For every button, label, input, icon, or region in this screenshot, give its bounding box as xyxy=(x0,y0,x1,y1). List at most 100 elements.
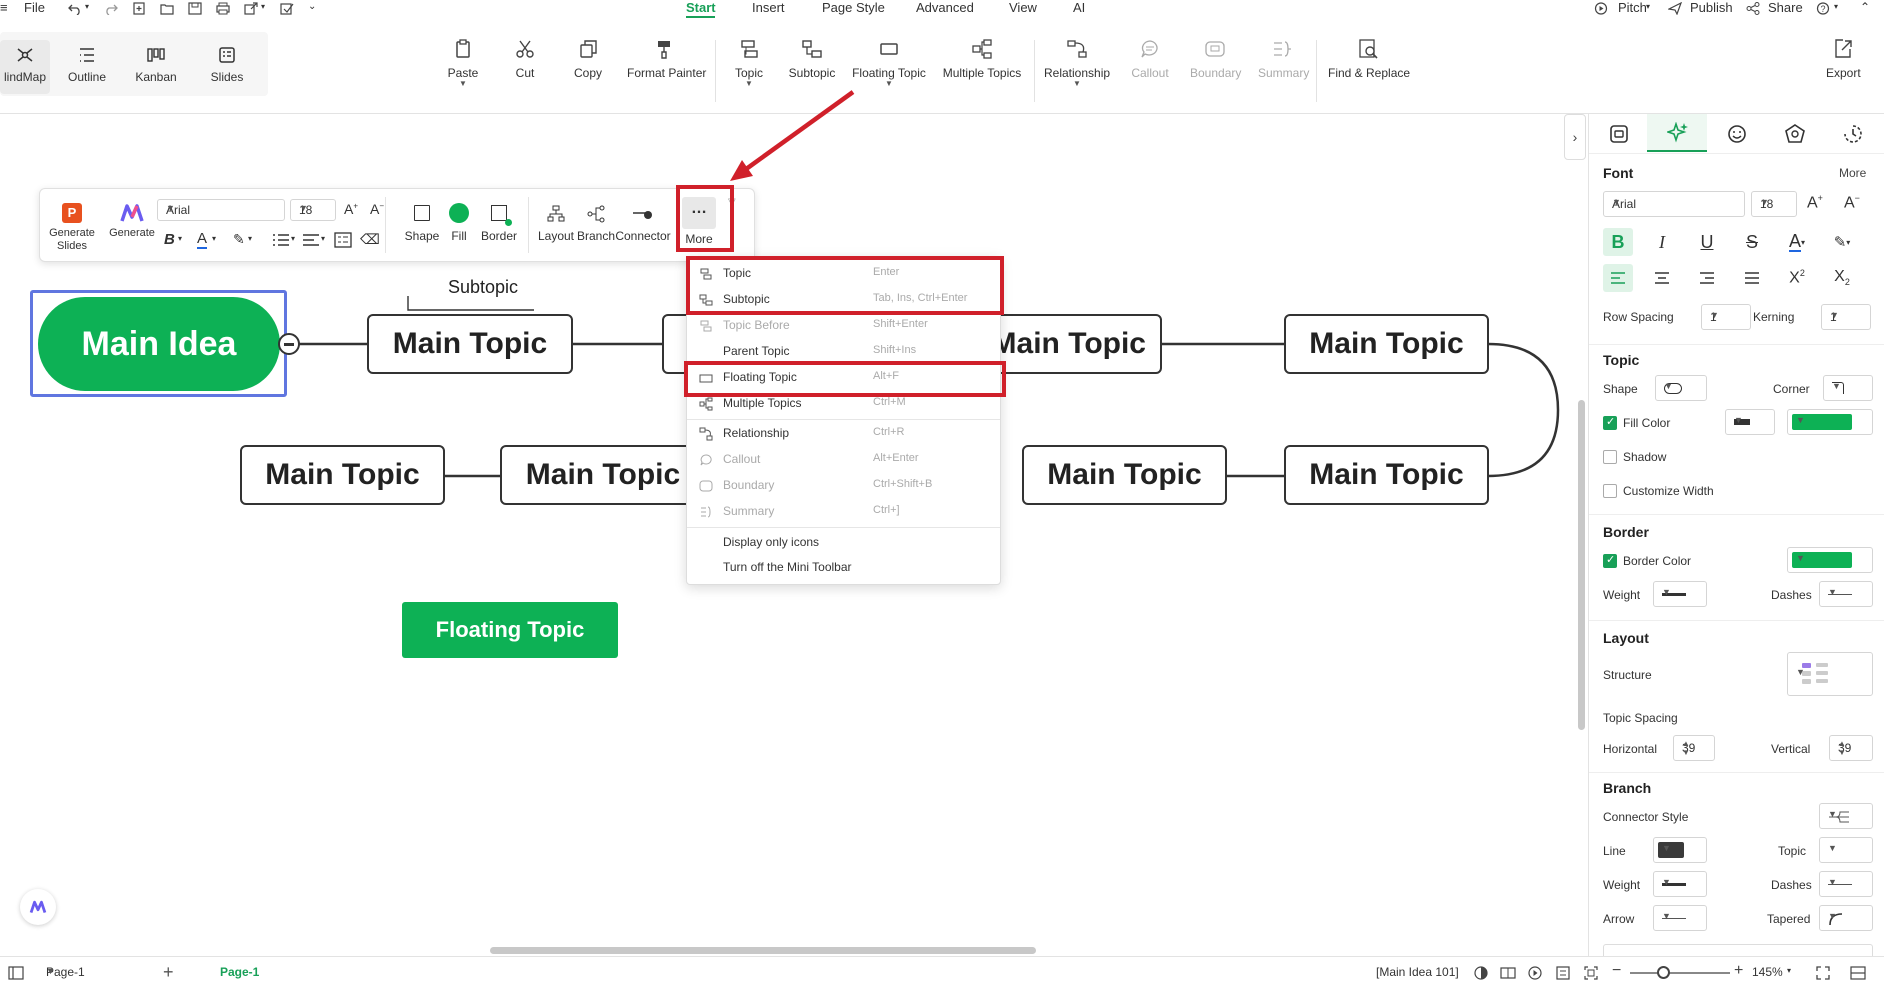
italic-button[interactable]: I xyxy=(1647,228,1677,256)
menu-item-display-only-icons[interactable]: Display only icons xyxy=(687,531,1000,555)
fill-color-checkbox[interactable]: ✓ xyxy=(1603,416,1617,430)
shape-select[interactable]: ▼ xyxy=(1655,375,1707,401)
border-color-checkbox[interactable]: ✓ xyxy=(1603,554,1617,568)
vertical-scrollbar[interactable] xyxy=(1578,400,1585,730)
border-weight-select[interactable]: ▼ xyxy=(1653,581,1707,607)
numbering-dropdown-icon[interactable]: ▾ xyxy=(291,234,295,243)
border-button[interactable]: Border xyxy=(478,205,520,243)
font-size-select[interactable]: 18 ▼ xyxy=(1751,191,1797,217)
branch-weight-select[interactable]: ▼ xyxy=(1653,871,1707,897)
panel-layout-icon[interactable] xyxy=(1850,966,1866,980)
fullscreen-icon[interactable] xyxy=(1816,966,1830,980)
menu-item-topic-before[interactable]: Topic Before Shift+Enter xyxy=(687,314,1000,338)
text-frame-icon[interactable] xyxy=(334,232,352,248)
decrease-font-icon[interactable]: A− xyxy=(1844,193,1860,212)
book-view-icon[interactable] xyxy=(1500,966,1516,980)
arrow-select[interactable]: ▼ xyxy=(1653,905,1707,931)
page-format-icon[interactable] xyxy=(1609,124,1629,144)
decrease-font-icon[interactable]: A− xyxy=(370,201,384,217)
fit-screen-icon[interactable] xyxy=(1584,966,1598,980)
subscript-button[interactable]: X2 xyxy=(1827,264,1857,292)
page-select[interactable]: Page-1 ▼ xyxy=(38,961,138,985)
strikethrough-button[interactable]: S xyxy=(1737,228,1767,256)
main-topic-8[interactable]: Main Topic xyxy=(240,445,445,505)
collapse-ribbon-icon[interactable]: ⌃ xyxy=(1860,0,1870,14)
zoom-in-icon[interactable]: + xyxy=(1734,962,1743,980)
customize-width-checkbox[interactable] xyxy=(1603,484,1617,498)
stepper-icon[interactable]: ▲ ▼ xyxy=(1682,739,1708,757)
history-icon[interactable] xyxy=(1843,124,1863,144)
layout-button[interactable]: Layout xyxy=(534,205,578,243)
justify-button[interactable] xyxy=(1737,264,1767,292)
share-button[interactable]: Share xyxy=(1768,0,1803,18)
main-topic-4[interactable]: Main Topic xyxy=(1284,314,1489,374)
fill-button[interactable]: Fill xyxy=(443,203,475,243)
connector-button[interactable]: Connector xyxy=(615,205,671,243)
help-icon[interactable]: ? xyxy=(1816,2,1830,15)
panel-toggle-button[interactable]: › xyxy=(1564,114,1586,160)
menu-item-boundary[interactable]: Boundary Ctrl+Shift+B xyxy=(687,474,1000,498)
tapered-select[interactable]: ▼ xyxy=(1819,905,1873,931)
fill-color-select[interactable]: ▼ xyxy=(1787,409,1873,435)
increase-font-icon[interactable]: A+ xyxy=(344,201,358,217)
increase-font-icon[interactable]: A+ xyxy=(1807,193,1823,212)
border-dashes-select[interactable]: ▼ xyxy=(1819,581,1873,607)
generate-button[interactable]: Generate xyxy=(106,203,158,239)
pitch-button[interactable]: Pitch xyxy=(1618,0,1647,18)
subtopic-node[interactable]: Subtopic xyxy=(448,277,518,298)
add-page-icon[interactable]: + xyxy=(163,962,174,983)
main-topic-7[interactable]: Main Topic xyxy=(500,445,706,505)
highlight-dropdown-icon[interactable]: ▾ xyxy=(248,234,252,243)
connector-style-select[interactable]: ▼ xyxy=(1819,803,1873,829)
bold-button[interactable]: B xyxy=(1603,228,1633,256)
bold-dropdown-icon[interactable]: ▾ xyxy=(178,234,182,243)
collapse-branch-button[interactable] xyxy=(278,333,300,355)
menu-item-turn-off-mini-toolbar[interactable]: Turn off the Mini Toolbar xyxy=(687,556,1000,580)
pitch-dropdown-icon[interactable]: ▾ xyxy=(1646,2,1650,11)
branch-topic-select[interactable]: ▼ xyxy=(1819,837,1873,863)
mini-size-select[interactable]: 18 ▼ xyxy=(290,199,336,221)
generate-slides-button[interactable]: P Generate Slides xyxy=(46,203,98,253)
bold-icon[interactable]: B xyxy=(164,231,175,248)
structure-select[interactable]: ▼ xyxy=(1787,652,1873,696)
page-tab[interactable]: Page-1 xyxy=(220,965,259,979)
horizontal-spacing-input[interactable]: 39 ▲ ▼ xyxy=(1673,735,1715,761)
main-idea-topic[interactable]: Main Idea xyxy=(38,297,280,391)
row-spacing-select[interactable]: 1 ▼ xyxy=(1701,304,1751,330)
vertical-spacing-input[interactable]: 39 ▲ ▼ xyxy=(1829,735,1873,761)
highlight-icon[interactable]: ✎ xyxy=(233,231,245,248)
help-dropdown-icon[interactable]: ▾ xyxy=(1834,2,1838,11)
export-button[interactable]: Export xyxy=(1826,38,1861,80)
align-left-button[interactable] xyxy=(1603,264,1633,292)
font-color-icon[interactable]: A xyxy=(197,231,208,249)
main-topic-1[interactable]: Main Topic xyxy=(367,314,573,374)
main-topic-6[interactable]: Main Topic xyxy=(1022,445,1227,505)
align-icon[interactable] xyxy=(302,233,320,247)
zoom-slider-thumb[interactable] xyxy=(1657,966,1670,979)
horizontal-scrollbar[interactable] xyxy=(490,947,1036,954)
ai-assistant-button[interactable] xyxy=(20,889,56,925)
align-center-button[interactable] xyxy=(1647,264,1677,292)
font-family-select[interactable]: Arial ▼ xyxy=(1603,191,1745,217)
shape-button[interactable]: Shape xyxy=(404,205,440,243)
play-icon[interactable] xyxy=(1528,966,1542,980)
theme-mode-icon[interactable] xyxy=(1474,966,1488,980)
numbering-icon[interactable] xyxy=(272,233,290,247)
align-right-button[interactable] xyxy=(1692,264,1722,292)
zoom-slider-track[interactable] xyxy=(1630,972,1730,974)
stepper-icon[interactable]: ▲ ▼ xyxy=(1838,739,1866,757)
clear-format-icon[interactable]: ⌫ xyxy=(360,231,380,248)
zoom-out-icon[interactable]: − xyxy=(1612,962,1621,980)
align-dropdown-icon[interactable]: ▾ xyxy=(321,234,325,243)
branch-button[interactable]: Branch xyxy=(574,205,618,243)
superscript-button[interactable]: X2 xyxy=(1782,264,1812,292)
menu-item-relationship[interactable]: Relationship Ctrl+R xyxy=(687,422,1000,446)
line-color-select[interactable]: ▼ xyxy=(1653,837,1707,863)
publish-button[interactable]: Publish xyxy=(1690,0,1733,18)
shadow-checkbox[interactable] xyxy=(1603,450,1617,464)
fill-pattern-select[interactable]: ▼ xyxy=(1725,409,1775,435)
font-color-button[interactable]: A ▾ xyxy=(1782,228,1812,256)
sidebar-toggle-icon[interactable] xyxy=(8,966,24,980)
icon-sticker-icon[interactable] xyxy=(1727,124,1747,144)
menu-item-callout[interactable]: Callout Alt+Enter xyxy=(687,448,1000,472)
